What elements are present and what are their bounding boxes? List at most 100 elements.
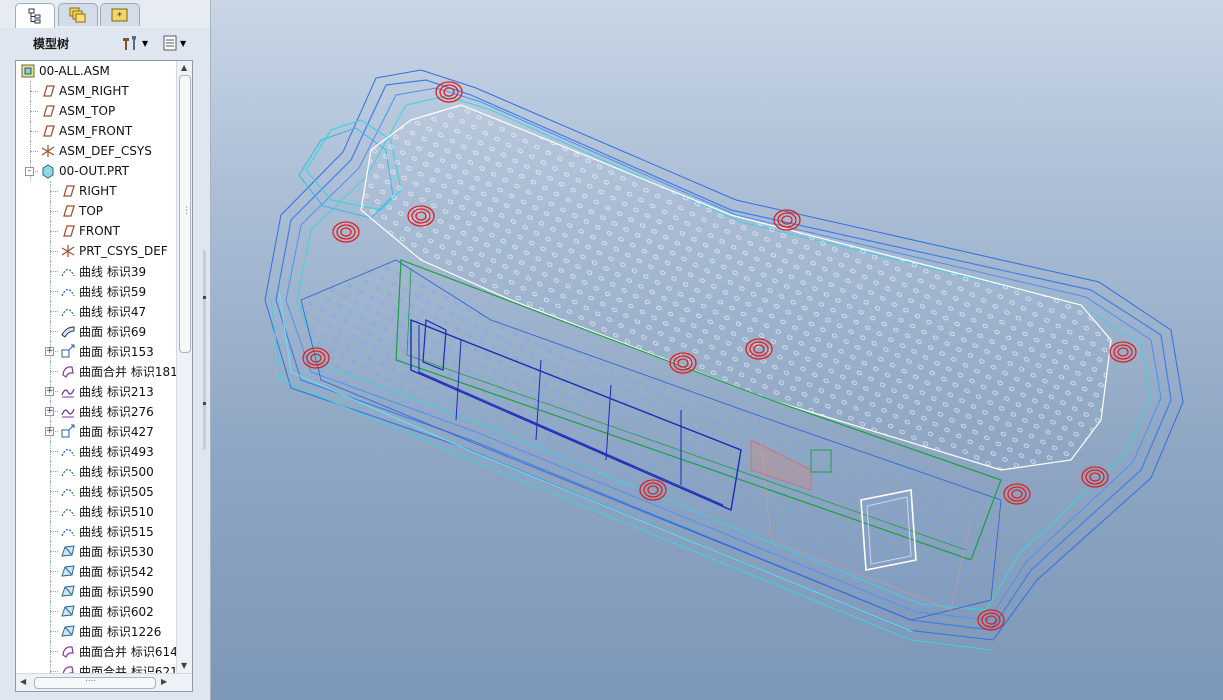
tree-connector xyxy=(50,471,58,472)
graphics-viewport[interactable] xyxy=(211,0,1223,700)
collapse-icon[interactable]: - xyxy=(25,167,34,176)
list-icon xyxy=(163,35,177,51)
tree-item[interactable]: 曲面 标识69 xyxy=(60,321,146,341)
tree-item[interactable]: FRONT xyxy=(60,221,120,241)
tree-item[interactable]: RIGHT xyxy=(60,181,117,201)
tree-item[interactable]: 曲线 标识515 xyxy=(60,521,154,541)
expand-icon[interactable]: + xyxy=(45,387,54,396)
tree-item[interactable]: ASM_TOP xyxy=(40,101,115,121)
tree-connector xyxy=(50,591,58,592)
tree-connector xyxy=(50,181,51,201)
tree-item[interactable]: ASM_DEF_CSYS xyxy=(40,141,152,161)
tree-item[interactable]: 曲线 标识505 xyxy=(60,481,154,501)
tree-item[interactable]: ASM_FRONT xyxy=(40,121,132,141)
tree-item[interactable]: 曲面 标识542 xyxy=(60,561,154,581)
tree-item-label: PRT_CSYS_DEF xyxy=(79,244,168,258)
tree-item[interactable]: 曲线 标识47 xyxy=(60,301,146,321)
tree-item[interactable]: 曲线 标识510 xyxy=(60,501,154,521)
tree-item[interactable]: 00-OUT.PRT xyxy=(40,161,129,181)
tree-show-button[interactable]: ▼ xyxy=(162,34,186,52)
tree-item[interactable]: 曲线 标识39 xyxy=(60,261,146,281)
screw-hole xyxy=(977,609,1005,631)
sketch-curve-icon xyxy=(60,383,76,399)
layers-tab[interactable] xyxy=(58,3,98,26)
datum-plane-icon xyxy=(60,203,76,219)
vertical-scroll-thumb[interactable]: ⋮ xyxy=(179,75,191,353)
tree-connector xyxy=(30,81,31,101)
tree-item[interactable]: 00-ALL.ASM xyxy=(20,61,110,81)
tree-item[interactable]: 曲面合并 标识621 xyxy=(60,661,176,673)
tree-connector xyxy=(50,371,58,372)
tree-item[interactable]: ASM_RIGHT xyxy=(40,81,129,101)
scroll-right-icon[interactable]: ▶ xyxy=(161,677,167,686)
tree-connector xyxy=(50,441,51,461)
tree-connector xyxy=(50,531,58,532)
expand-icon[interactable]: + xyxy=(45,407,54,416)
tree-item[interactable]: 曲面合并 标识181 xyxy=(60,361,176,381)
tree-item-label: ASM_DEF_CSYS xyxy=(59,144,152,158)
tree-item[interactable]: 曲面 标识530 xyxy=(60,541,154,561)
model-tree: 00-ALL.ASM ASM_RIGHT ASM_TOP ASM_FRONT ASM_D… xyxy=(15,60,193,692)
tree-item[interactable]: 曲面合并 标识614 xyxy=(60,641,176,661)
tree-item-label: 曲线 标识39 xyxy=(79,264,147,279)
expand-icon[interactable]: + xyxy=(45,427,54,436)
layers-tab-icon xyxy=(69,7,86,23)
merge-icon xyxy=(60,663,76,673)
tree-item[interactable]: 曲线 标识500 xyxy=(60,461,154,481)
tree-item-label: 00-OUT.PRT xyxy=(59,164,129,178)
datum-plane-icon xyxy=(40,123,56,139)
datum-plane-icon xyxy=(40,103,56,119)
tree-connector xyxy=(50,611,58,612)
tree-connector xyxy=(50,251,58,252)
tree-connector xyxy=(50,651,58,652)
tree-item[interactable]: 曲面 标识427 xyxy=(60,421,154,441)
tree-connector xyxy=(50,521,51,541)
tree-item[interactable]: 曲面 标识590 xyxy=(60,581,154,601)
scroll-left-icon[interactable]: ◀ xyxy=(20,677,26,686)
wireframe-model[interactable] xyxy=(211,0,1223,700)
tree-item-label: 曲线 标识59 xyxy=(79,284,147,299)
horizontal-scroll-thumb[interactable]: .... xyxy=(34,674,156,689)
tree-item-label: 曲面 标识602 xyxy=(79,604,154,619)
tree-item[interactable]: 曲线 标识276 xyxy=(60,401,154,421)
boundary-surface-icon xyxy=(60,563,76,579)
navigator-panel: * 模型树 ▼ ▼ 00-ALL.ASM ASM_RIGHT ASM_TOP ASM_… xyxy=(0,0,211,700)
assembly-icon xyxy=(20,63,36,79)
tree-settings-button[interactable]: ▼ xyxy=(120,34,148,52)
screw-hole xyxy=(773,209,801,231)
model-tree-tab[interactable] xyxy=(15,3,55,28)
tree-connector xyxy=(50,641,51,661)
tree-item[interactable]: TOP xyxy=(60,201,103,221)
copy-surface-icon xyxy=(60,423,76,439)
splitter-grip-dot xyxy=(203,402,206,405)
curve-icon xyxy=(60,523,76,539)
tree-item[interactable]: PRT_CSYS_DEF xyxy=(60,241,168,261)
tree-item[interactable]: 曲面 标识1226 xyxy=(60,621,161,641)
tree-item[interactable]: 曲线 标识213 xyxy=(60,381,154,401)
scroll-down-icon[interactable]: ▼ xyxy=(181,661,187,670)
tree-item-label: 曲面 标识69 xyxy=(79,324,147,339)
tree-item[interactable]: 曲线 标识59 xyxy=(60,281,146,301)
panel-splitter[interactable] xyxy=(201,250,209,450)
expand-icon[interactable]: + xyxy=(45,347,54,356)
screw-hole xyxy=(1003,483,1031,505)
scroll-up-icon[interactable]: ▲ xyxy=(181,63,187,72)
tree-item-label: 曲面 标识530 xyxy=(79,544,154,559)
tree-connector xyxy=(30,131,38,132)
merge-icon xyxy=(60,643,76,659)
hammer-wrench-icon xyxy=(123,36,136,50)
tree-connector xyxy=(30,91,38,92)
curve-icon xyxy=(60,503,76,519)
tree-item-label: 曲线 标识493 xyxy=(79,444,154,459)
tree-item[interactable]: 曲面 标识153 xyxy=(60,341,154,361)
tree-connector xyxy=(50,261,51,281)
tree-item[interactable]: 曲面 标识602 xyxy=(60,601,154,621)
csys-icon xyxy=(60,243,76,259)
tree-item-label: RIGHT xyxy=(79,184,117,198)
horizontal-scrollbar[interactable]: ◀ .... ▶ xyxy=(16,673,192,691)
tree-item-label: 曲面 标识1226 xyxy=(79,624,162,639)
tree-item-label: 曲面 标识542 xyxy=(79,564,154,579)
favorites-tab[interactable]: * xyxy=(100,3,140,26)
vertical-scrollbar[interactable]: ▲ ⋮ ▼ xyxy=(176,61,192,673)
tree-item[interactable]: 曲线 标识493 xyxy=(60,441,154,461)
